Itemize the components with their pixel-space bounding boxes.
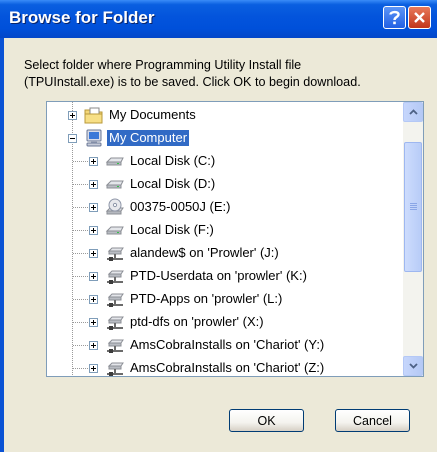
- tree-connector-line: [73, 253, 89, 254]
- tree-item-label: 00375-0050J (E:): [130, 199, 231, 214]
- tree-connector-line: [73, 161, 89, 162]
- question-mark-icon: [389, 10, 400, 25]
- cancel-button[interactable]: Cancel: [335, 409, 410, 432]
- tree-item[interactable]: Local Disk (F:): [47, 219, 403, 242]
- expand-icon[interactable]: [89, 157, 98, 166]
- instructions-line: (TPUInstall.exe) is to be saved. Click O…: [24, 75, 361, 89]
- scroll-down-button[interactable]: [403, 356, 423, 376]
- network-drive-icon: [105, 313, 125, 332]
- tree-item-label: My Computer: [107, 130, 190, 146]
- network-drive-icon: [105, 267, 125, 286]
- instructions-text: Select folder where Programming Utility …: [24, 57, 424, 91]
- expand-icon[interactable]: [89, 364, 98, 373]
- tree-item[interactable]: alandew$ on 'Prowler' (J:): [47, 242, 403, 265]
- tree-item[interactable]: 00375-0050J (E:): [47, 196, 403, 219]
- chevron-up-icon: [408, 109, 418, 115]
- tree-item-label: PTD-Userdata on 'prowler' (K:): [130, 268, 307, 283]
- expand-icon[interactable]: [89, 295, 98, 304]
- window-title: Browse for Folder: [9, 8, 155, 27]
- help-button[interactable]: [383, 6, 406, 29]
- expand-icon[interactable]: [89, 249, 98, 258]
- tree-item-label: alandew$ on 'Prowler' (J:): [130, 245, 279, 260]
- tree-item[interactable]: AmsCobraInstalls on 'Chariot' (Y:): [47, 334, 403, 357]
- folder-tree[interactable]: My Documents My Computer Local Disk (C:) Lo…: [46, 101, 424, 377]
- tree-connector-line: [73, 230, 89, 231]
- network-drive-icon: [105, 290, 125, 309]
- grip-line: [410, 203, 417, 204]
- title-bar[interactable]: Browse for Folder: [0, 0, 437, 38]
- tree-item[interactable]: ptd-dfs on 'prowler' (X:): [47, 311, 403, 334]
- tree-item-label: Local Disk (C:): [130, 153, 216, 168]
- expand-icon[interactable]: [89, 226, 98, 235]
- scroll-up-button[interactable]: [403, 102, 423, 122]
- browse-for-folder-dialog: Browse for Folder Select folder where Pr…: [0, 0, 437, 452]
- tree-item-label: AmsCobraInstalls on 'Chariot' (Y:): [130, 337, 325, 352]
- expand-icon[interactable]: [89, 318, 98, 327]
- cd-drive-icon: [105, 198, 125, 217]
- chevron-down-icon: [408, 363, 418, 369]
- tree-connector-line: [73, 368, 89, 369]
- hard-drive-icon: [105, 152, 125, 171]
- tree-item-label: ptd-dfs on 'prowler' (X:): [130, 314, 264, 329]
- tree-item-label: My Documents: [109, 107, 196, 122]
- expand-icon[interactable]: [89, 203, 98, 212]
- hard-drive-icon: [105, 221, 125, 240]
- vertical-scrollbar[interactable]: [403, 102, 423, 376]
- grip-line: [410, 209, 417, 210]
- expand-icon[interactable]: [68, 111, 77, 120]
- network-drive-icon: [105, 359, 125, 376]
- scroll-thumb[interactable]: [404, 142, 422, 272]
- tree-connector-line: [73, 276, 89, 277]
- collapse-icon[interactable]: [68, 134, 77, 143]
- tree-item-label: Local Disk (F:): [130, 222, 214, 237]
- tree-item[interactable]: PTD-Apps on 'prowler' (L:): [47, 288, 403, 311]
- network-drive-icon: [105, 336, 125, 355]
- grip-line: [410, 205, 417, 206]
- hard-drive-icon: [105, 175, 125, 194]
- tree-item-label: Local Disk (D:): [130, 176, 216, 191]
- computer-icon: [84, 129, 104, 148]
- tree-item[interactable]: My Documents: [47, 104, 403, 127]
- tree-item[interactable]: AmsCobraInstalls on 'Chariot' (Z:): [47, 357, 403, 376]
- tree-connector-line: [73, 345, 89, 346]
- tree-item-label: AmsCobraInstalls on 'Chariot' (Z:): [130, 360, 325, 375]
- tree-connector-line: [73, 322, 89, 323]
- tree-item[interactable]: PTD-Userdata on 'prowler' (K:): [47, 265, 403, 288]
- close-button[interactable]: [408, 6, 431, 29]
- close-icon: [414, 12, 425, 23]
- window-frame: [0, 38, 4, 452]
- network-drive-icon: [105, 244, 125, 263]
- expand-icon[interactable]: [89, 272, 98, 281]
- tree-connector-line: [73, 299, 89, 300]
- instructions-line: Select folder where Programming Utility …: [24, 58, 302, 72]
- tree-item[interactable]: Local Disk (D:): [47, 173, 403, 196]
- grip-line: [410, 207, 417, 208]
- tree-connector-line: [73, 207, 89, 208]
- expand-icon[interactable]: [89, 180, 98, 189]
- folder-documents-icon: [84, 106, 104, 125]
- expand-icon[interactable]: [89, 341, 98, 350]
- tree-item[interactable]: My Computer: [47, 127, 403, 150]
- ok-button[interactable]: OK: [229, 409, 304, 432]
- tree-item-label: PTD-Apps on 'prowler' (L:): [130, 291, 283, 306]
- tree-connector-line: [73, 184, 89, 185]
- tree-item[interactable]: Local Disk (C:): [47, 150, 403, 173]
